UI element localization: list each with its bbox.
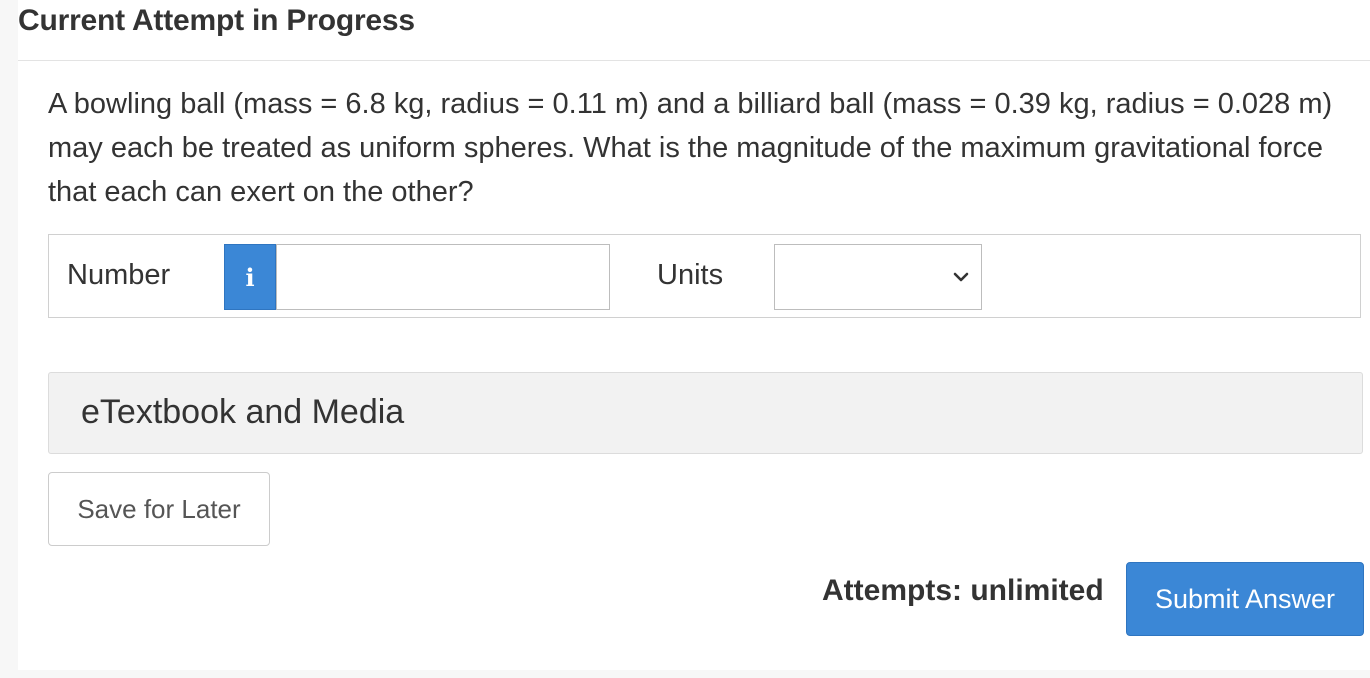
submit-answer-button[interactable]: Submit Answer (1126, 562, 1364, 636)
info-glyph: i (245, 262, 255, 292)
attempts-text: Attempts: unlimited (822, 574, 1104, 607)
question-text: A bowling ball (mass = 6.8 kg, radius = … (48, 88, 1333, 208)
page-title: Current Attempt in Progress (18, 4, 415, 37)
number-label: Number (67, 259, 171, 291)
save-for-later-button[interactable]: Save for Later (48, 472, 270, 546)
units-label: Units (657, 259, 724, 291)
header-divider (18, 60, 1370, 61)
etextbook-media-label: eTextbook and Media (81, 393, 405, 431)
info-icon[interactable]: i (224, 244, 276, 310)
number-input[interactable] (276, 244, 610, 310)
units-select[interactable] (774, 244, 982, 310)
etextbook-media-toggle[interactable]: eTextbook and Media (48, 372, 1363, 454)
chevron-down-icon (953, 272, 969, 282)
answer-box: Number i Units (48, 234, 1361, 318)
